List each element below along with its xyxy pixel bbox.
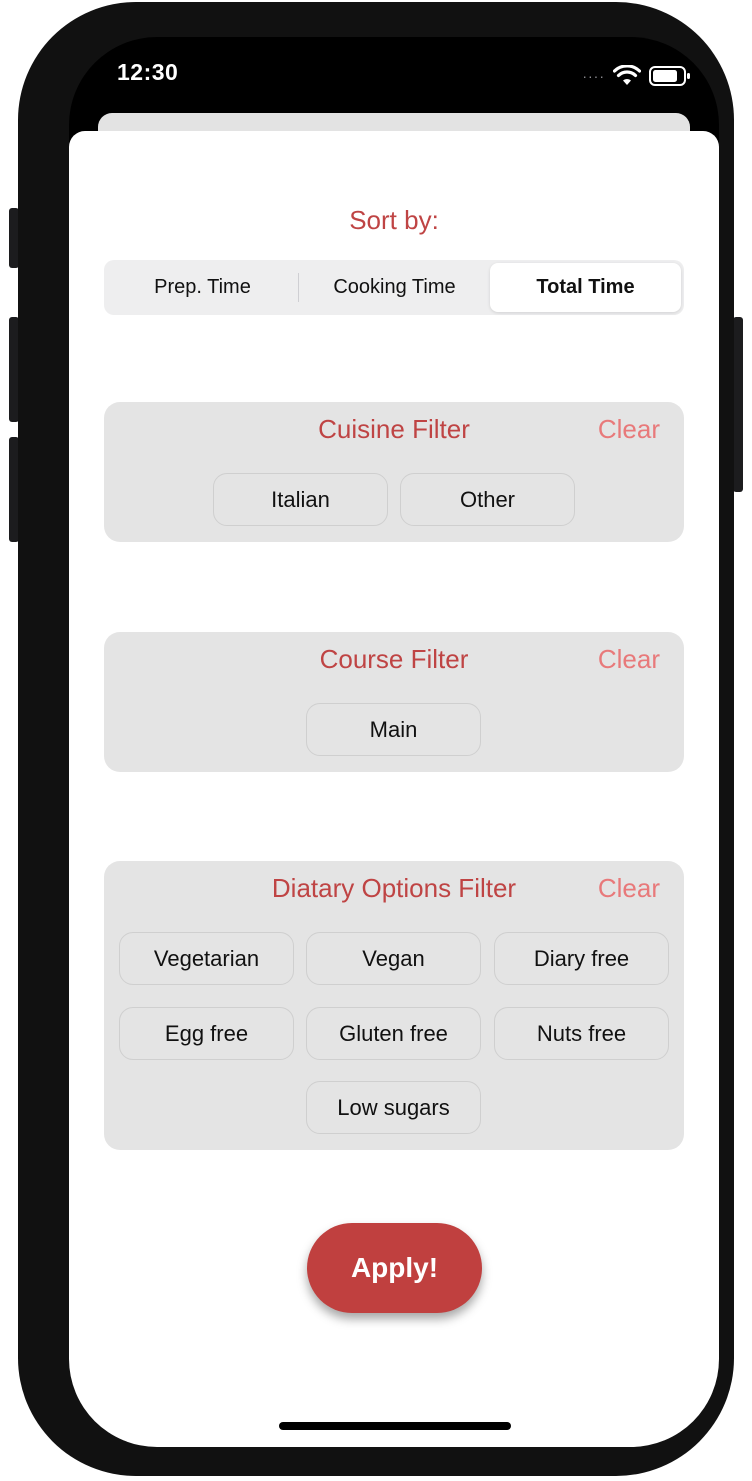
sort-title: Sort by: bbox=[349, 205, 439, 235]
dietary-chip-egg-free[interactable]: Egg free bbox=[119, 1007, 294, 1060]
phone-screen: 12:30 ···· Sort by: Prep. Time Cooking T… bbox=[69, 37, 719, 1447]
cuisine-filter-card: Cuisine Filter Clear Italian Other bbox=[104, 402, 684, 542]
wifi-icon bbox=[613, 65, 641, 85]
dietary-chip-nuts-free[interactable]: Nuts free bbox=[494, 1007, 669, 1060]
status-time: 12:30 bbox=[117, 59, 179, 85]
cuisine-clear-button[interactable]: Clear bbox=[598, 414, 660, 445]
dietary-filter-card: Diatary Options Filter Clear Vegetarian … bbox=[104, 861, 684, 1150]
status-icons: ···· bbox=[582, 65, 691, 87]
dietary-chip-diary-free[interactable]: Diary free bbox=[494, 932, 669, 985]
cuisine-chip-other[interactable]: Other bbox=[400, 473, 575, 526]
dietary-chip-low-sugars[interactable]: Low sugars bbox=[306, 1081, 481, 1134]
course-filter-card: Course Filter Clear Main bbox=[104, 632, 684, 772]
cuisine-chip-italian[interactable]: Italian bbox=[213, 473, 388, 526]
course-chip-main[interactable]: Main bbox=[306, 703, 481, 756]
apply-button[interactable]: Apply! bbox=[307, 1223, 482, 1313]
sort-option-prep-time[interactable]: Prep. Time bbox=[107, 263, 298, 312]
battery-icon bbox=[649, 66, 690, 86]
dietary-chip-vegan[interactable]: Vegan bbox=[306, 932, 481, 985]
filter-sheet: Sort by: Prep. Time Cooking Time Total T… bbox=[69, 131, 719, 1447]
dietary-chip-gluten-free[interactable]: Gluten free bbox=[306, 1007, 481, 1060]
sort-segmented-control[interactable]: Prep. Time Cooking Time Total Time bbox=[104, 260, 684, 315]
course-clear-button[interactable]: Clear bbox=[598, 644, 660, 675]
home-indicator[interactable] bbox=[279, 1422, 511, 1430]
notch bbox=[215, 37, 577, 97]
phone-frame: 12:30 ···· Sort by: Prep. Time Cooking T… bbox=[18, 2, 734, 1476]
sort-option-total-time[interactable]: Total Time bbox=[490, 263, 681, 312]
dietary-chip-vegetarian[interactable]: Vegetarian bbox=[119, 932, 294, 985]
cellular-dots-icon: ···· bbox=[582, 68, 605, 84]
dietary-clear-button[interactable]: Clear bbox=[598, 873, 660, 904]
power-button bbox=[733, 317, 743, 492]
sort-option-cooking-time[interactable]: Cooking Time bbox=[299, 263, 490, 312]
